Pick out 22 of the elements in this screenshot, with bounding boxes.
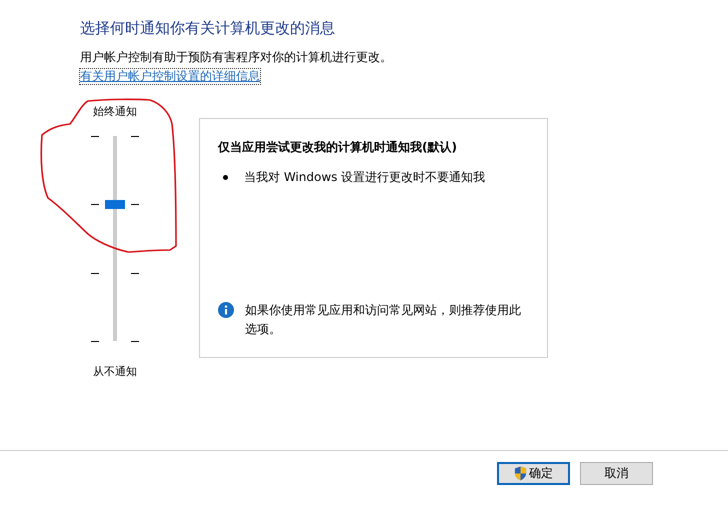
bullet-icon — [223, 175, 228, 180]
tick-mark — [131, 341, 139, 342]
note-text: 如果你使用常见应用和访问常见网站，则推荐使用此选项。 — [245, 302, 522, 338]
page-heading: 选择何时通知你有关计算机更改的消息 — [80, 18, 336, 39]
tick-mark — [91, 272, 99, 274]
tick-mark — [91, 341, 99, 342]
tick-mark — [131, 272, 139, 274]
cancel-button[interactable]: 取消 — [580, 462, 653, 485]
slider-bottom-label: 从不通知 — [93, 365, 137, 379]
tick-mark — [131, 136, 139, 137]
slider-thumb[interactable] — [105, 200, 125, 210]
info-icon — [218, 302, 234, 318]
slider-top-label: 始终通知 — [93, 105, 137, 119]
bullet-text: 当我对 Windows 设置进行更改时不要通知我 — [244, 169, 486, 186]
ok-button[interactable]: 确定 — [497, 462, 570, 485]
description-text: 用户帐户控制有助于预防有害程序对你的计算机进行更改。 — [80, 49, 393, 65]
panel-title: 仅当应用尝试更改我的计算机时通知我(默认) — [218, 139, 458, 155]
tick-mark — [91, 136, 99, 137]
shield-icon — [514, 466, 527, 481]
tick-mark — [131, 204, 139, 206]
help-link[interactable]: 有关用户帐户控制设置的详细信息 — [80, 69, 260, 84]
tick-mark — [91, 204, 99, 206]
